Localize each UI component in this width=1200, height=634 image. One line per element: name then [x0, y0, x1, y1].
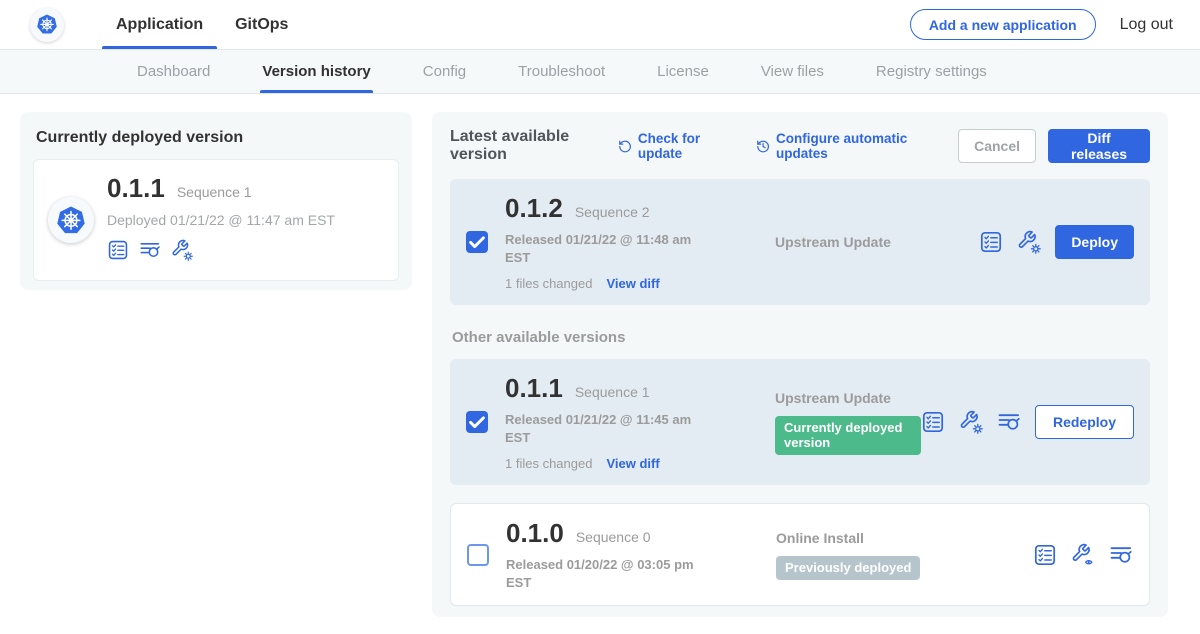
checkmark-icon	[466, 411, 488, 433]
config-wrench-icon[interactable]	[959, 410, 983, 434]
source-label: Upstream Update	[775, 390, 921, 406]
source-label: Upstream Update	[775, 234, 979, 250]
section-nav: Dashboard Version history Config Trouble…	[0, 50, 1200, 94]
app-tabs: Application GitOps	[100, 0, 304, 49]
config-wrench-icon[interactable]	[1017, 230, 1041, 254]
version-number: 0.1.0	[506, 518, 564, 549]
tab-license-label: License	[657, 63, 709, 80]
tab-gitops-label: GitOps	[235, 16, 288, 34]
deploy-logs-icon[interactable]	[139, 239, 161, 261]
release-notes-icon[interactable]	[979, 230, 1003, 254]
configure-updates-link[interactable]: Configure automatic updates	[756, 131, 932, 161]
deployed-version-card: 0.1.1 Sequence 1 Deployed 01/21/22 @ 11:…	[33, 159, 399, 281]
tab-dashboard[interactable]: Dashboard	[137, 50, 210, 93]
view-diff-link[interactable]: View diff	[606, 456, 659, 471]
version-actions: Redeploy	[921, 405, 1134, 439]
version-number: 0.1.2	[505, 193, 563, 224]
deployed-version-sequence: Sequence 1	[177, 184, 252, 200]
files-changed: 1 files changed	[505, 276, 592, 291]
released-timestamp: Released 01/21/22 @ 11:45 am EST	[505, 411, 695, 446]
source-label: Online Install	[776, 530, 1033, 546]
tab-config[interactable]: Config	[423, 50, 466, 93]
deployed-version-details: 0.1.1 Sequence 1 Deployed 01/21/22 @ 11:…	[107, 173, 335, 267]
available-header: Latest available version Check for updat…	[450, 128, 1150, 164]
tab-registry-settings[interactable]: Registry settings	[876, 50, 987, 93]
kubernetes-app-icon	[48, 197, 94, 243]
redeploy-button[interactable]: Redeploy	[1035, 405, 1134, 439]
view-config-icon[interactable]	[1071, 543, 1095, 567]
config-wrench-icon[interactable]	[171, 239, 193, 261]
tab-license[interactable]: License	[657, 50, 709, 93]
tab-troubleshoot[interactable]: Troubleshoot	[518, 50, 605, 93]
deployed-panel-title: Currently deployed version	[36, 129, 399, 147]
version-sequence: Sequence 2	[575, 204, 650, 220]
version-source: Upstream Update Currently deployed versi…	[715, 390, 921, 455]
release-notes-icon[interactable]	[921, 410, 945, 434]
version-sequence: Sequence 0	[576, 529, 651, 545]
deploy-logs-icon[interactable]	[1109, 543, 1133, 567]
logout-link[interactable]: Log out	[1120, 16, 1173, 34]
checkmark-icon	[466, 231, 488, 253]
version-row-0-1-0: 0.1.0 Sequence 0 Released 01/20/22 @ 03:…	[450, 503, 1150, 606]
previously-deployed-badge: Previously deployed	[776, 556, 920, 580]
tab-gitops[interactable]: GitOps	[219, 0, 304, 49]
diff-releases-button[interactable]: Diff releases	[1048, 129, 1150, 163]
release-notes-icon[interactable]	[1033, 543, 1057, 567]
released-timestamp: Released 01/21/22 @ 11:48 am EST	[505, 231, 695, 266]
tab-registry-settings-label: Registry settings	[876, 63, 987, 80]
version-actions	[1033, 543, 1133, 567]
tab-troubleshoot-label: Troubleshoot	[518, 63, 605, 80]
top-nav: Application GitOps Add a new application…	[0, 0, 1200, 50]
deploy-logs-icon[interactable]	[997, 410, 1021, 434]
check-for-update-label: Check for update	[638, 131, 730, 161]
refresh-icon	[618, 138, 632, 155]
version-checkbox[interactable]	[466, 231, 488, 253]
deploy-button[interactable]: Deploy	[1055, 225, 1134, 259]
version-actions: Deploy	[979, 225, 1134, 259]
available-title: Latest available version	[450, 128, 602, 164]
release-notes-icon[interactable]	[107, 239, 129, 261]
version-row-0-1-1: 0.1.1 Sequence 1 Released 01/21/22 @ 11:…	[450, 359, 1150, 485]
deployed-version-number: 0.1.1	[107, 173, 165, 204]
tab-dashboard-label: Dashboard	[137, 63, 210, 80]
cancel-button[interactable]: Cancel	[958, 129, 1036, 163]
tab-version-history[interactable]: Version history	[262, 50, 370, 93]
tab-config-label: Config	[423, 63, 466, 80]
version-checkbox[interactable]	[466, 411, 488, 433]
version-number: 0.1.1	[505, 373, 563, 404]
check-for-update-link[interactable]: Check for update	[618, 131, 730, 161]
version-row-0-1-2: 0.1.2 Sequence 2 Released 01/21/22 @ 11:…	[450, 179, 1150, 305]
currently-deployed-panel: Currently deployed version 0.1.1 Sequenc…	[20, 112, 412, 290]
kubernetes-logo	[30, 8, 64, 42]
deployed-timestamp: Deployed 01/21/22 @ 11:47 am EST	[107, 212, 335, 228]
currently-deployed-badge: Currently deployed version	[775, 416, 921, 455]
available-versions-panel: Latest available version Check for updat…	[432, 112, 1168, 617]
tab-view-files-label: View files	[761, 63, 824, 80]
version-source: Upstream Update	[715, 234, 979, 250]
files-changed: 1 files changed	[505, 456, 592, 471]
released-timestamp: Released 01/20/22 @ 03:05 pm EST	[506, 556, 696, 591]
version-info: 0.1.0 Sequence 0 Released 01/20/22 @ 03:…	[506, 518, 716, 591]
clock-refresh-icon	[756, 138, 770, 155]
other-versions-title: Other available versions	[452, 329, 1150, 346]
tab-application[interactable]: Application	[100, 0, 219, 49]
tab-version-history-label: Version history	[262, 63, 370, 80]
version-source: Online Install Previously deployed	[716, 530, 1033, 580]
tab-view-files[interactable]: View files	[761, 50, 824, 93]
version-checkbox[interactable]	[467, 544, 489, 566]
version-sequence: Sequence 1	[575, 384, 650, 400]
topnav-right: Add a new application Log out	[910, 0, 1200, 49]
view-diff-link[interactable]: View diff	[606, 276, 659, 291]
configure-updates-label: Configure automatic updates	[776, 131, 932, 161]
version-info: 0.1.2 Sequence 2 Released 01/21/22 @ 11:…	[505, 193, 715, 291]
version-info: 0.1.1 Sequence 1 Released 01/21/22 @ 11:…	[505, 373, 715, 471]
add-application-button[interactable]: Add a new application	[910, 9, 1096, 40]
tab-application-label: Application	[116, 16, 203, 34]
